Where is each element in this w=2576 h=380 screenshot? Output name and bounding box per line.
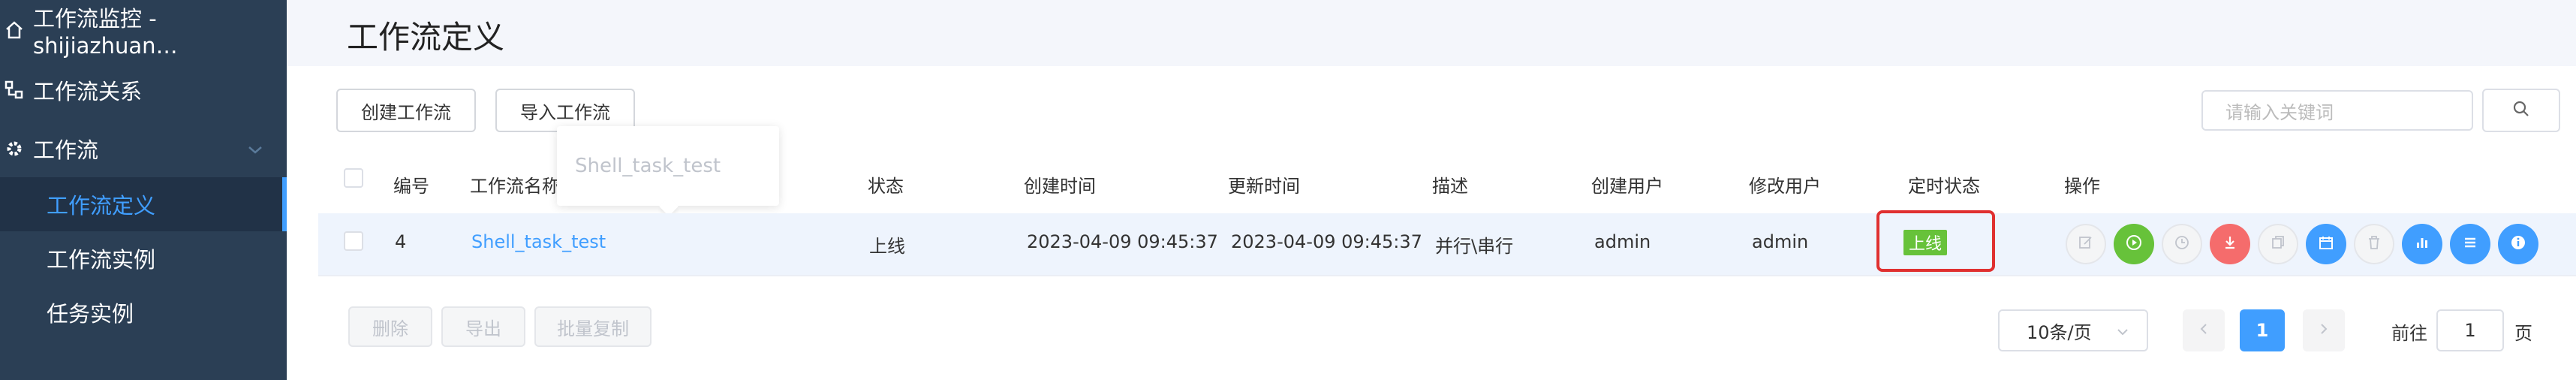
sidebar-item-task-instance[interactable]: 任务实例 [0,285,287,339]
sidebar-item-label: 任务实例 [47,301,134,327]
select-all-checkbox[interactable] [344,168,363,188]
sidebar: 工作流监控 - shijiazhuan… 工作流关系 工作流 工作流定义 工作流… [0,0,287,380]
row-updated-time: 2023-04-09 09:45:37 [1231,231,1422,252]
edit-icon [2078,234,2094,254]
delete-button[interactable] [2354,224,2394,264]
download-button[interactable] [2210,224,2250,264]
chevron-right-icon [2316,321,2331,339]
row-description: 并行\串行 [1435,236,1514,257]
sidebar-item-workflow-instance[interactable]: 工作流实例 [0,231,287,285]
column-header-status: 状态 [868,176,904,197]
column-header-created: 创建时间 [1024,176,1096,197]
name-tooltip: Shell_task_test [557,126,779,206]
calendar-button[interactable] [2306,224,2346,264]
column-header-schedule-status: 定时状态 [1908,176,1980,197]
page-header: 工作流定义 [287,0,2576,66]
sidebar-item-label: 工作流关系 [33,79,143,104]
download-icon [2221,234,2239,255]
sidebar-item-label: 工作流定义 [47,193,156,219]
create-workflow-button[interactable]: 创建工作流 [336,89,476,132]
export-button[interactable]: 导出 [441,306,525,347]
calendar-icon [2317,234,2335,255]
row-creator: admin [1594,231,1651,252]
delete-selected-button[interactable]: 删除 [348,306,432,347]
search-button[interactable] [2482,89,2560,132]
column-header-updated: 更新时间 [1228,176,1300,197]
row-id: 4 [395,231,407,252]
list-button[interactable] [2450,224,2490,264]
column-header-name: 工作流名称 [470,176,560,197]
info-button[interactable] [2498,224,2538,264]
sidebar-item-label: 工作流实例 [47,247,156,273]
column-header-modifier: 修改用户 [1749,176,1821,197]
run-button[interactable] [2114,224,2154,264]
copy-button[interactable] [2258,224,2298,264]
info-icon [2509,234,2527,255]
delete-icon [2366,234,2382,254]
home-icon [5,20,24,40]
page-size-select[interactable]: 10条/页 [1998,309,2148,351]
goto-page-input[interactable]: 1 [2436,309,2504,351]
chevron-down-icon [2115,323,2130,344]
row-created-time: 2023-04-09 09:45:37 [1027,231,1218,252]
sidebar-item-label: 工作流监控 - shijiazhuan… [33,6,178,59]
sidebar-item-workflow-definition[interactable]: 工作流定义 [0,177,287,231]
page-size-value: 10条/页 [2027,321,2092,343]
batch-copy-button[interactable]: 批量复制 [534,306,652,347]
sidebar-item-relations[interactable]: 工作流关系 [0,63,287,117]
chevron-left-icon [2196,321,2211,339]
column-header-operations: 操作 [2064,176,2100,197]
row-checkbox[interactable] [344,231,363,251]
goto-suffix-label: 页 [2514,323,2532,344]
timer-icon [2174,234,2190,254]
page-number-current[interactable]: 1 [2240,309,2285,351]
chart-button[interactable] [2402,224,2442,264]
edit-button[interactable] [2066,224,2106,264]
run-icon [2125,234,2143,255]
search-icon [2511,99,2531,122]
gear-icon [5,139,24,158]
goto-prefix-label: 前往 [2391,323,2427,344]
sidebar-item-label: 工作流 [33,137,99,163]
chart-icon [2413,234,2431,255]
sidebar-item-workflow[interactable]: 工作流 [0,122,287,176]
relation-icon [5,80,24,100]
copy-icon [2270,234,2286,254]
next-page-button[interactable] [2303,309,2345,351]
prev-page-button[interactable] [2183,309,2225,351]
column-header-id: 编号 [393,176,429,197]
column-header-creator: 创建用户 [1591,176,1663,197]
schedule-status-badge: 上线 [1903,230,1947,255]
column-header-description: 描述 [1432,176,1468,197]
list-icon [2461,234,2479,255]
workflow-name-link[interactable]: Shell_task_test [471,231,606,252]
search-input[interactable]: 请输入关键词 [2201,90,2473,131]
page-title: 工作流定义 [347,19,505,56]
row-modifier: admin [1752,231,1809,252]
timer-button[interactable] [2162,224,2202,264]
chevron-up-icon[interactable] [246,138,264,164]
sidebar-item-monitor[interactable]: 工作流监控 - shijiazhuan… [0,3,287,59]
row-status: 上线 [869,236,905,257]
